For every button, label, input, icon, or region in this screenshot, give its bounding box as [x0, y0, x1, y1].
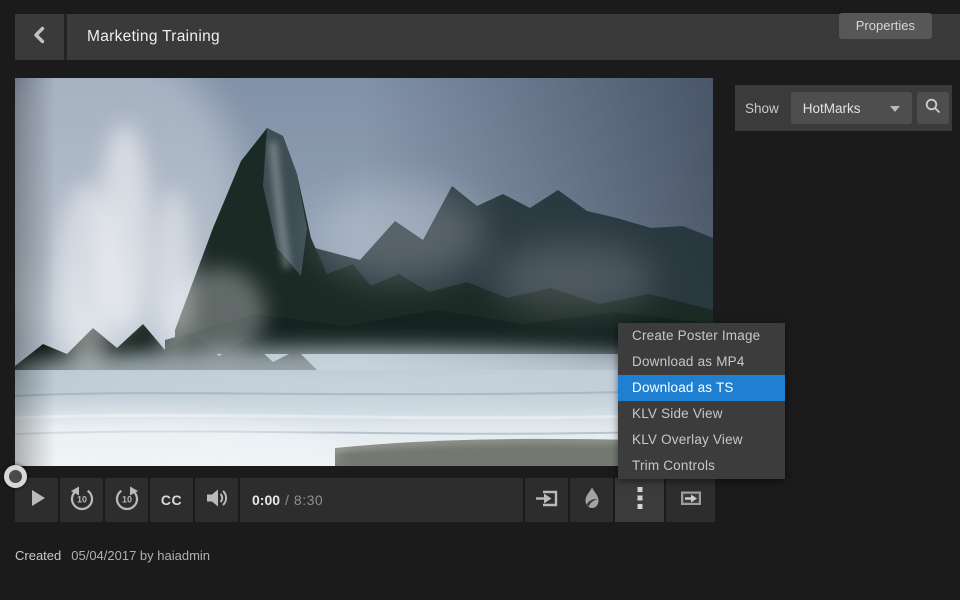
play-icon [26, 487, 48, 514]
menu-item-klv-overlay-view[interactable]: KLV Overlay View [618, 427, 785, 453]
hotmark-button[interactable] [570, 478, 613, 522]
menu-item-download-ts[interactable]: Download as TS [618, 375, 785, 401]
dropdown-value: HotMarks [803, 101, 861, 116]
menu-item-klv-side-view[interactable]: KLV Side View [618, 401, 785, 427]
menu-item-trim-controls[interactable]: Trim Controls [618, 453, 785, 479]
created-label: Created [15, 548, 61, 563]
page: Marketing Training Properties Show HotMa… [0, 0, 960, 600]
rewind-10-icon: 10 [67, 483, 97, 518]
context-menu: Create Poster Image Download as MP4 Down… [618, 323, 785, 479]
hotmarks-dropdown[interactable]: HotMarks [791, 92, 912, 124]
time-duration: 8:30 [294, 492, 323, 508]
time-separator: / [285, 492, 289, 508]
video-frame [15, 78, 713, 466]
insert-marker-button[interactable] [525, 478, 568, 522]
chevron-left-icon [30, 25, 50, 50]
arrow-into-box-icon [534, 485, 560, 516]
hotmarks-filter-panel: Show HotMarks [735, 85, 952, 131]
menu-item-download-mp4[interactable]: Download as MP4 [618, 349, 785, 375]
menu-item-create-poster-image[interactable]: Create Poster Image [618, 323, 785, 349]
cc-label: CC [161, 492, 182, 508]
rewind-10-button[interactable]: 10 [60, 478, 103, 522]
svg-text:10: 10 [121, 494, 131, 504]
forward-10-button[interactable]: 10 [105, 478, 148, 522]
caret-down-icon [890, 99, 900, 117]
volume-icon [204, 485, 230, 516]
flame-icon [580, 485, 604, 516]
created-value: 05/04/2017 by haiadmin [71, 548, 210, 563]
player-control-bar: 10 10 CC [15, 478, 715, 522]
ellipsis-icon [636, 487, 644, 514]
svg-text:10: 10 [76, 494, 86, 504]
created-info: Created 05/04/2017 by haiadmin [15, 548, 210, 563]
show-label: Show [745, 101, 779, 116]
search-button[interactable] [917, 92, 949, 124]
boxed-arrow-icon [678, 485, 704, 516]
video-viewport[interactable] [15, 78, 713, 466]
more-options-button[interactable] [615, 478, 664, 522]
time-current: 0:00 [252, 492, 280, 508]
seek-scrubber[interactable] [4, 465, 27, 488]
back-button[interactable] [15, 14, 67, 60]
search-icon [924, 97, 942, 120]
closed-captions-button[interactable]: CC [150, 478, 193, 522]
forward-10-icon: 10 [112, 483, 142, 518]
header-bar: Marketing Training [15, 14, 960, 60]
volume-button[interactable] [195, 478, 238, 522]
export-button[interactable] [666, 478, 715, 522]
time-display: 0:00 / 8:30 [240, 478, 523, 522]
page-title: Marketing Training [67, 14, 220, 60]
properties-button[interactable]: Properties [839, 13, 932, 39]
